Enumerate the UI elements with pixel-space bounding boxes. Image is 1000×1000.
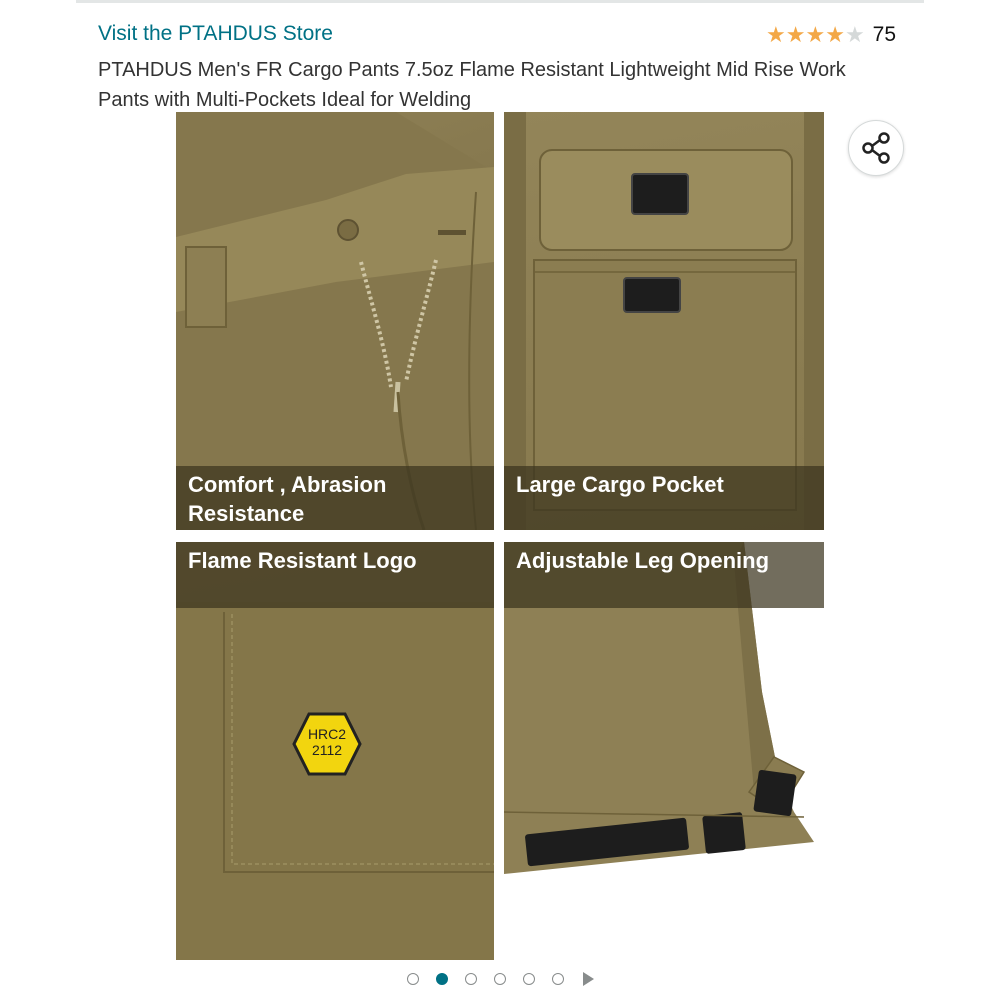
caption-leg-opening: Adjustable Leg Opening bbox=[504, 542, 824, 608]
image-panel-leg-opening: Adjustable Leg Opening bbox=[504, 542, 824, 960]
image-panel-comfort: Comfort , Abrasion Resistance bbox=[176, 112, 494, 530]
star-rating: ★ ★ ★ ★ ★ bbox=[766, 22, 865, 48]
carousel-dot[interactable] bbox=[522, 973, 535, 985]
caption-cargo-pocket: Large Cargo Pocket bbox=[504, 466, 824, 530]
product-title: PTAHDUS Men's FR Cargo Pants 7.5oz Flame… bbox=[98, 59, 846, 111]
video-play-icon[interactable] bbox=[582, 972, 594, 986]
badge-line2: 2112 bbox=[311, 742, 343, 758]
share-icon bbox=[862, 132, 890, 164]
star-icon: ★ bbox=[785, 22, 806, 47]
caption-fr-logo: Flame Resistant Logo bbox=[176, 542, 494, 608]
share-button[interactable] bbox=[848, 120, 904, 176]
caption-comfort: Comfort , Abrasion Resistance bbox=[176, 466, 494, 530]
store-link[interactable]: Visit the PTAHDUS Store bbox=[98, 22, 333, 46]
image-panel-cargo-pocket: Large Cargo Pocket bbox=[504, 112, 824, 530]
carousel-dot[interactable] bbox=[551, 973, 564, 985]
product-image-gallery[interactable]: Comfort , Abrasion Resistance Large Carg… bbox=[76, 112, 924, 960]
rating-count[interactable]: 75 bbox=[873, 22, 896, 48]
star-empty-icon: ★ bbox=[844, 22, 865, 47]
carousel-dot[interactable] bbox=[435, 973, 448, 985]
star-icon: ★ bbox=[805, 22, 826, 47]
star-icon: ★ bbox=[766, 22, 786, 47]
hrc2-badge-text: HRC2 2112 bbox=[292, 726, 362, 758]
badge-line1: HRC2 bbox=[307, 726, 347, 742]
image-panel-fr-logo: HRC2 2112 Flame Resistant Logo bbox=[176, 542, 494, 960]
rating[interactable]: ★ ★ ★ ★ ★ 75 bbox=[766, 22, 896, 48]
carousel-dot[interactable] bbox=[406, 973, 419, 985]
carousel-dot[interactable] bbox=[464, 973, 477, 985]
top-divider bbox=[76, 0, 924, 3]
carousel-dot[interactable] bbox=[493, 973, 506, 985]
carousel-pagination bbox=[0, 972, 1000, 986]
star-icon: ★ bbox=[825, 22, 845, 47]
